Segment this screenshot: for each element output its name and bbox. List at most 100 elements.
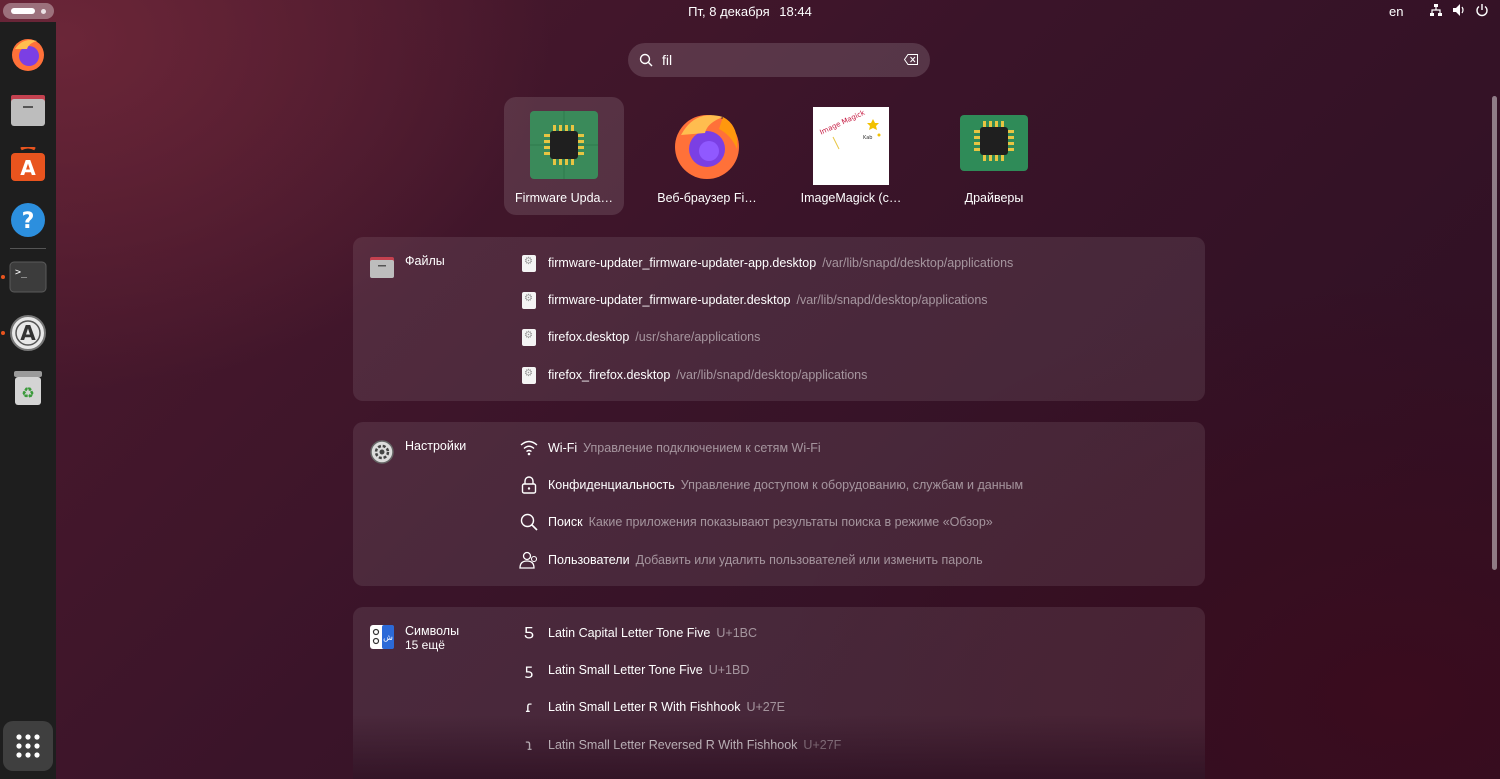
symbol-codepoint: U+1BD	[708, 663, 750, 677]
file-result-row[interactable]: firefox_firefox.desktop /var/lib/snapd/d…	[519, 364, 867, 386]
files-results-group: Файлы firmware-updater_firmware-updater-…	[353, 237, 1205, 401]
trash-icon: ♻	[14, 371, 42, 405]
clear-search-icon[interactable]	[904, 54, 918, 65]
app-result-label: Веб-браузер Fi…	[657, 191, 757, 205]
terminal-icon: >_	[9, 261, 47, 293]
file-path: /var/lib/snapd/desktop/applications	[676, 368, 868, 382]
files-icon	[11, 95, 45, 126]
search-icon	[519, 512, 539, 532]
symbol-glyph: ɿ	[525, 736, 533, 754]
svg-text:ش: ش	[383, 633, 393, 642]
symbol-glyph: Ƽ	[524, 624, 534, 642]
file-path: /usr/share/applications	[635, 330, 761, 344]
settings-name: Поиск	[548, 515, 583, 529]
desktop-file-icon	[519, 365, 539, 385]
symbol-codepoint: U+27F	[803, 738, 842, 752]
file-name: firmware-updater_firmware-updater-app.de…	[548, 256, 817, 270]
app-result-label: ImageMagick (c…	[800, 191, 902, 205]
app-result-label: Драйверы	[964, 191, 1024, 205]
symbol-name: Latin Small Letter R With Fishhook	[548, 700, 741, 714]
dock: A ? >_ A ♻	[0, 22, 56, 779]
dock-files[interactable]	[5, 87, 51, 133]
file-name: firmware-updater_firmware-updater.deskto…	[548, 293, 791, 307]
svg-text:♻: ♻	[21, 384, 34, 402]
show-apps-button[interactable]	[3, 721, 53, 771]
dock-separator	[10, 248, 46, 249]
app-result-firefox[interactable]: Веб-браузер Fi…	[647, 97, 767, 215]
gear-icon	[370, 440, 394, 464]
file-name: firefox_firefox.desktop	[548, 368, 671, 382]
dock-trash[interactable]: ♻	[5, 365, 51, 411]
volume-icon[interactable]	[1452, 3, 1466, 20]
symbol-codepoint: U+1BC	[716, 626, 758, 640]
svg-text:?: ?	[22, 209, 35, 234]
symbol-result-row[interactable]: ɾ Latin Small Letter R With Fishhook U+2…	[519, 696, 785, 718]
settings-group-title: Настройки	[405, 439, 467, 453]
settings-description: Добавить или удалить пользователей или и…	[635, 553, 983, 567]
clock-time: 18:44	[779, 4, 812, 19]
file-result-row[interactable]: firmware-updater_firmware-updater.deskto…	[519, 289, 988, 311]
symbol-name: Latin Small Letter Reversed R With Fishh…	[548, 738, 798, 752]
chip-icon	[530, 111, 598, 179]
dock-software[interactable]: A	[5, 142, 51, 188]
symbols-results-group: ش Символы 15 ещё Ƽ Latin Capital Letter …	[353, 607, 1205, 779]
help-icon: ?	[11, 203, 45, 237]
settings-name: Wi-Fi	[548, 441, 578, 455]
settings-description: Управление подключением к сетям Wi-Fi	[583, 441, 821, 455]
symbol-result-row[interactable]: ɿ Latin Small Letter Reversed R With Fis…	[519, 734, 841, 756]
file-name: firefox.desktop	[548, 330, 630, 344]
svg-text:>_: >_	[15, 267, 28, 278]
settings-description: Управление доступом к оборудованию, служ…	[680, 478, 1024, 492]
desktop-file-icon	[519, 327, 539, 347]
dock-terminal[interactable]: >_	[5, 254, 51, 300]
settings-results-group: Настройки Wi-Fi Управление подключением …	[353, 422, 1205, 586]
files-icon	[370, 257, 394, 278]
settings-result-row[interactable]: Конфиденциальность Управление доступом к…	[519, 474, 1023, 496]
power-icon[interactable]	[1475, 3, 1489, 20]
file-result-row[interactable]: firefox.desktop /usr/share/applications	[519, 326, 760, 348]
symbols-group-title: Символы	[405, 624, 460, 638]
file-result-row[interactable]: firmware-updater_firmware-updater-app.de…	[519, 252, 1013, 274]
search-input[interactable]	[662, 50, 892, 70]
settings-result-row[interactable]: Wi-Fi Управление подключением к сетям Wi…	[519, 437, 821, 459]
svg-text:A: A	[20, 321, 36, 345]
symbol-name: Latin Capital Letter Tone Five	[548, 626, 711, 640]
symbols-more-count[interactable]: 15 ещё	[405, 638, 445, 652]
desktop-file-icon	[519, 290, 539, 310]
app-result-imagemagick[interactable]: Image Magick Kab ImageMagick (c…	[791, 97, 911, 215]
clock-date: Пт, 8 декабря	[688, 4, 770, 19]
imagemagick-icon: Image Magick Kab	[813, 107, 889, 185]
settings-name: Пользователи	[548, 553, 630, 567]
symbol-result-row[interactable]: ƽ Latin Small Letter Tone Five U+1BD	[519, 659, 750, 681]
wifi-icon	[519, 438, 539, 458]
keyboard-layout[interactable]: en	[1389, 4, 1403, 19]
symbol-glyph: ɾ	[525, 698, 533, 716]
symbol-result-row[interactable]: Ƽ Latin Capital Letter Tone Five U+1BC	[519, 622, 757, 644]
firefox-icon	[12, 39, 44, 71]
svg-text:Kab: Kab	[863, 135, 872, 141]
settings-result-row[interactable]: Поиск Какие приложения показывают резуль…	[519, 511, 993, 533]
results-scrollbar[interactable]	[1492, 96, 1497, 570]
desktop-file-icon	[519, 253, 539, 273]
app-result-label: Firmware Upda…	[515, 191, 613, 205]
search-entry[interactable]	[628, 43, 930, 77]
settings-result-row[interactable]: Пользователи Добавить или удалить пользо…	[519, 549, 983, 571]
software-updater-icon: A	[10, 315, 46, 351]
app-result-drivers[interactable]: Драйверы	[934, 97, 1054, 215]
app-grid-icon	[16, 734, 40, 758]
search-icon	[639, 53, 653, 67]
firefox-icon	[675, 115, 739, 179]
svg-text:A: A	[20, 156, 36, 180]
file-path: /var/lib/snapd/desktop/applications	[822, 256, 1014, 270]
app-result-firmware-updater[interactable]: Firmware Upda…	[504, 97, 624, 215]
files-group-title: Файлы	[405, 254, 445, 268]
file-path: /var/lib/snapd/desktop/applications	[796, 293, 988, 307]
lock-icon	[519, 475, 539, 495]
dock-software-updater[interactable]: A	[5, 310, 51, 356]
app-center-icon: A	[11, 147, 45, 181]
dock-firefox[interactable]	[5, 31, 51, 77]
dock-help[interactable]: ?	[5, 197, 51, 243]
clock[interactable]: Пт, 8 декабря 18:44	[0, 4, 1500, 19]
symbol-glyph: ƽ	[524, 661, 534, 679]
network-icon[interactable]	[1429, 3, 1443, 20]
